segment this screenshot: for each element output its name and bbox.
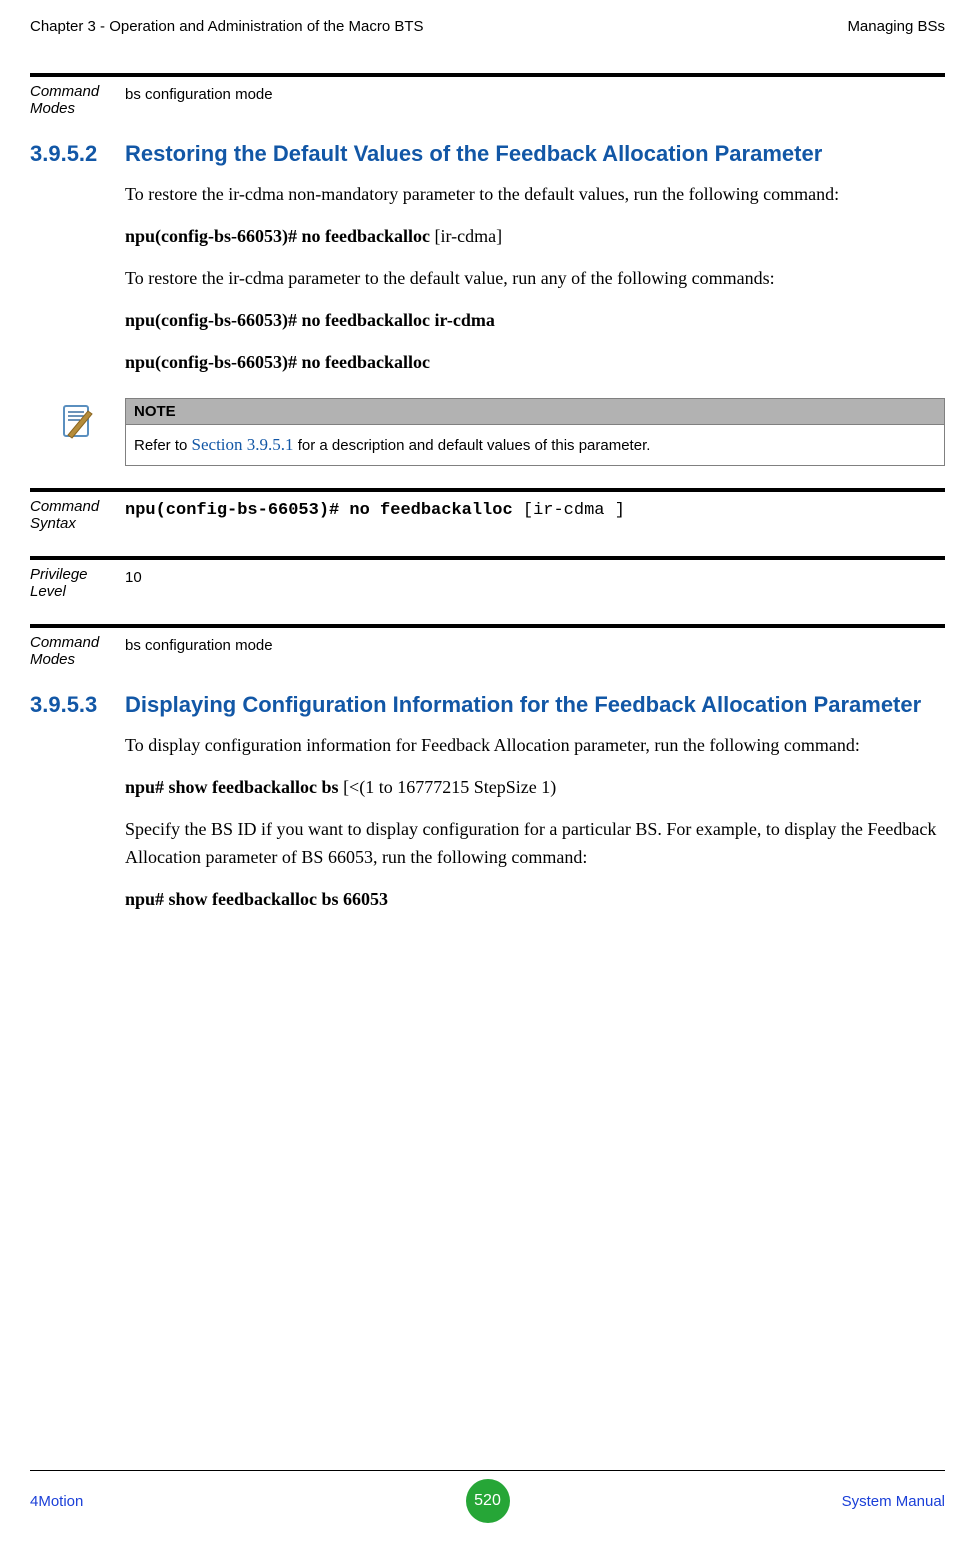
section-number: 3.9.5.2 xyxy=(30,141,125,167)
paragraph: To restore the ir-cdma non-mandatory par… xyxy=(125,181,945,209)
command-line: npu# show feedbackalloc bs [<(1 to 16777… xyxy=(125,774,945,802)
section-title: Restoring the Default Values of the Feed… xyxy=(125,141,945,167)
paragraph: To display configuration information for… xyxy=(125,732,945,760)
section-heading-3952: 3.9.5.2 Restoring the Default Values of … xyxy=(30,141,945,167)
section-heading-3953: 3.9.5.3 Displaying Configuration Informa… xyxy=(30,692,945,718)
note-box: NOTE Refer to Section 3.9.5.1 for a desc… xyxy=(125,398,945,466)
divider xyxy=(30,556,945,560)
header-right: Managing BSs xyxy=(847,18,945,35)
value-command-syntax: npu(config-bs-66053)# no feedbackalloc [… xyxy=(125,498,945,548)
note-block: NOTE Refer to Section 3.9.5.1 for a desc… xyxy=(30,398,945,466)
note-body: Refer to Section 3.9.5.1 for a descripti… xyxy=(125,425,945,466)
command-arg: [ir-cdma] xyxy=(430,226,502,246)
privilege-level-row: Privilege Level 10 xyxy=(30,566,945,616)
divider xyxy=(30,624,945,628)
command-line: npu(config-bs-66053)# no feedbackalloc i… xyxy=(125,307,945,335)
paragraph: To restore the ir-cdma parameter to the … xyxy=(125,265,945,293)
content: Command Modes bs configuration mode 3.9.… xyxy=(0,45,975,914)
command-bold: npu# show feedbackalloc bs xyxy=(125,777,339,797)
command-line: npu(config-bs-66053)# no feedbackalloc xyxy=(125,349,945,377)
command-modes-row-2: Command Modes bs configuration mode xyxy=(30,634,945,668)
footer-row: 4Motion 520 System Manual xyxy=(30,1479,945,1523)
command-line: npu(config-bs-66053)# no feedbackalloc [… xyxy=(125,223,945,251)
footer-center: 520 xyxy=(466,1479,510,1523)
note-header: NOTE xyxy=(125,398,945,425)
command-line: npu# show feedbackalloc bs 66053 xyxy=(125,886,945,914)
note-text-prefix: Refer to xyxy=(134,437,192,454)
value-command-modes: bs configuration mode xyxy=(125,634,945,668)
page-number-badge: 520 xyxy=(466,1479,510,1523)
code-bold: npu(config-bs-66053)# no feedbackalloc xyxy=(125,501,513,520)
command-syntax-row: Command Syntax npu(config-bs-66053)# no … xyxy=(30,498,945,548)
footer-divider xyxy=(30,1470,945,1471)
label-command-syntax: Command Syntax xyxy=(30,498,125,548)
command-bold: npu(config-bs-66053)# no feedbackalloc xyxy=(125,226,430,246)
notepad-icon xyxy=(58,402,98,442)
note-icon xyxy=(30,398,125,466)
command-modes-row-1: Command Modes bs configuration mode xyxy=(30,83,945,117)
section-title: Displaying Configuration Information for… xyxy=(125,692,945,718)
command-arg: [<(1 to 16777215 StepSize 1) xyxy=(339,777,557,797)
footer-left: 4Motion xyxy=(30,1493,466,1510)
divider xyxy=(30,73,945,77)
value-command-modes: bs configuration mode xyxy=(125,83,945,117)
page-header: Chapter 3 - Operation and Administration… xyxy=(0,0,975,45)
value-privilege-level: 10 xyxy=(125,566,945,616)
code-rest: [ir-cdma ] xyxy=(513,501,625,520)
note-text-suffix: for a description and default values of … xyxy=(294,437,651,454)
divider xyxy=(30,488,945,492)
label-command-modes: Command Modes xyxy=(30,83,125,117)
section-number: 3.9.5.3 xyxy=(30,692,125,718)
label-privilege-level: Privilege Level xyxy=(30,566,125,616)
page-footer: 4Motion 520 System Manual xyxy=(0,1470,975,1523)
header-left: Chapter 3 - Operation and Administration… xyxy=(30,18,424,35)
footer-right: System Manual xyxy=(510,1493,946,1510)
note-link[interactable]: Section 3.9.5.1 xyxy=(192,435,294,454)
paragraph: Specify the BS ID if you want to display… xyxy=(125,816,945,872)
label-command-modes: Command Modes xyxy=(30,634,125,668)
